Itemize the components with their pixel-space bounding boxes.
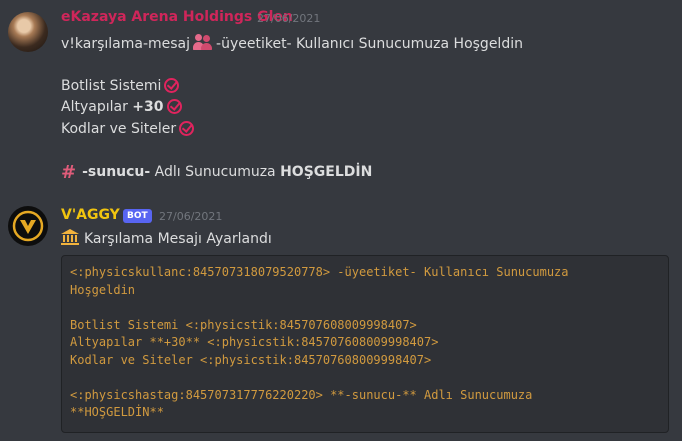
bold-text: -sunucu- xyxy=(82,164,151,180)
people-icon xyxy=(193,33,213,51)
command-text: v!karşılama-mesaj xyxy=(61,36,191,52)
hashtag-icon: # xyxy=(61,162,77,183)
code-line: Hoşgeldin xyxy=(70,282,136,297)
message-text: Karşılama Mesajı Ayarlandı xyxy=(84,231,272,247)
message-text: -üyeetiket- Kullanıcı Sunucumuza Hoşgeld… xyxy=(216,36,523,52)
message-text: Botlist Sistemi xyxy=(61,78,162,94)
bot-badge: BOT xyxy=(123,209,152,223)
user-avatar[interactable] xyxy=(8,12,48,52)
bank-icon xyxy=(61,229,79,245)
message-line: # -sunucu- Adlı Sunucumuza HOŞGELDİN xyxy=(61,162,372,183)
message-text: Kodlar ve Siteler xyxy=(61,121,177,137)
bold-text: +30 xyxy=(132,99,164,115)
code-line: Altyapılar **+30** <:physicstik:84570760… xyxy=(70,335,439,349)
code-block[interactable]: <:physicskullanc:845707318079520778> -üy… xyxy=(61,255,669,433)
check-circle-icon xyxy=(166,99,182,114)
check-circle-icon xyxy=(164,78,180,93)
message-line: Kodlar ve Siteler xyxy=(61,119,195,139)
bot-name[interactable]: V'AGGY xyxy=(61,207,120,223)
check-circle-icon xyxy=(179,121,195,136)
code-line: <:physicskullanc:845707318079520778> -üy… xyxy=(70,265,569,279)
message-line: Botlist Sistemi xyxy=(61,76,180,96)
code-line: Botlist Sistemi <:physicstik:84570760800… xyxy=(70,317,417,332)
message-line: v!karşılama-mesaj -üyeetiket- Kullanıcı S… xyxy=(61,33,523,54)
v-logo-icon xyxy=(12,210,44,242)
timestamp: 27/06/2021 xyxy=(257,12,321,25)
code-line: <:physicshastag:845707317776220220> **-s… xyxy=(70,387,533,402)
message-text: Adlı Sunucumuza xyxy=(154,164,276,180)
code-line: **HOŞGELDİN** xyxy=(70,405,164,419)
bold-text: HOŞGELDİN xyxy=(280,164,373,180)
message-line: Altyapılar +30 xyxy=(61,97,182,117)
message-line: Karşılama Mesajı Ayarlandı xyxy=(61,229,272,249)
message-text: Altyapılar xyxy=(61,99,128,115)
timestamp: 27/06/2021 xyxy=(159,210,223,223)
code-line: Kodlar ve Siteler <:physicstik:845707608… xyxy=(70,352,432,367)
bot-avatar[interactable] xyxy=(8,206,48,246)
